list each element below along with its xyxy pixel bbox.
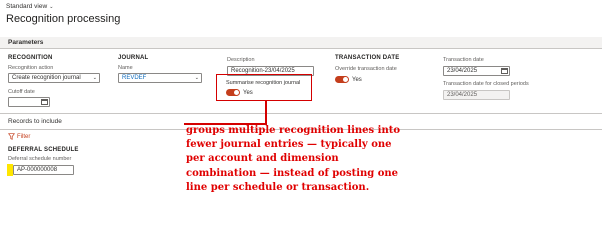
page-title: Recognition processing: [6, 13, 121, 25]
closed-periods-date-value: 23/04/2025: [447, 92, 478, 98]
chevron-down-icon: ⌄: [194, 75, 199, 81]
summarise-toggle[interactable]: [226, 89, 240, 96]
annotation-line: line per schedule or transaction.: [186, 181, 370, 193]
journal-name-field[interactable]: REVDEF ⌄: [118, 73, 202, 83]
journal-name-label: Name: [118, 65, 133, 71]
override-date-toggle-row[interactable]: Yes: [335, 76, 362, 83]
calendar-icon[interactable]: [501, 68, 508, 74]
override-date-value: Yes: [352, 76, 362, 83]
recognition-action-select[interactable]: Create recognition journal ⌄: [8, 73, 100, 83]
transaction-date-heading: TRANSACTION DATE: [335, 55, 400, 61]
filter-label: Filter: [17, 133, 31, 140]
description-label: Description: [227, 57, 255, 63]
transaction-date-label: Transaction date: [443, 57, 484, 63]
annotation-line: per account and dimension: [186, 153, 339, 165]
standard-view-selector[interactable]: Standard view ⌄: [6, 3, 53, 10]
deferral-schedule-heading: DEFERRAL SCHEDULE: [8, 147, 79, 153]
deferral-number-value: AP-000000008: [17, 167, 58, 173]
annotation-connector: [265, 100, 267, 124]
override-date-toggle[interactable]: [335, 76, 349, 83]
cutoff-date-field[interactable]: [8, 97, 50, 107]
summarise-highlight-box: [216, 74, 312, 101]
annotation-line: groups multiple recognition lines into: [186, 125, 400, 136]
deferral-number-label: Deferral schedule number: [8, 156, 72, 162]
override-date-label: Override transaction date: [335, 66, 397, 72]
parameters-section-header[interactable]: Parameters: [0, 37, 602, 49]
annotation-line: combination — instead of posting one: [186, 167, 399, 179]
summarise-toggle-row[interactable]: Yes: [226, 89, 253, 96]
calendar-icon[interactable]: [41, 99, 48, 105]
summarise-value: Yes: [243, 89, 253, 96]
summarise-label: Summarise recognition journal: [226, 80, 301, 86]
closed-periods-date-field: 23/04/2025: [443, 90, 510, 100]
closed-periods-label: Transaction date for closed periods: [443, 81, 529, 87]
journal-heading: JOURNAL: [118, 55, 149, 61]
chevron-down-icon: ⌄: [49, 3, 54, 10]
journal-name-value[interactable]: REVDEF: [122, 75, 146, 81]
transaction-date-value: 23/04/2025: [447, 68, 478, 74]
records-section-label[interactable]: Records to include: [8, 118, 62, 125]
cutoff-date-label: Cutoff date: [8, 89, 35, 95]
deferral-number-field[interactable]: AP-000000008: [13, 165, 74, 175]
standard-view-label: Standard view: [6, 3, 48, 10]
transaction-date-field[interactable]: 23/04/2025: [443, 66, 510, 76]
chevron-down-icon: ⌄: [92, 75, 97, 81]
parameters-section-label: Parameters: [8, 39, 44, 46]
recognition-action-value: Create recognition journal: [12, 75, 81, 81]
recognition-heading: RECOGNITION: [8, 55, 53, 61]
filter-button[interactable]: Filter: [8, 133, 30, 140]
recognition-action-label: Recognition action: [8, 65, 54, 71]
annotation-line: fewer journal entries — typically one: [186, 139, 392, 151]
section-divider: [0, 113, 602, 114]
filter-icon: [8, 133, 15, 140]
annotation-text: groups multiple recognition lines into f…: [186, 124, 400, 195]
